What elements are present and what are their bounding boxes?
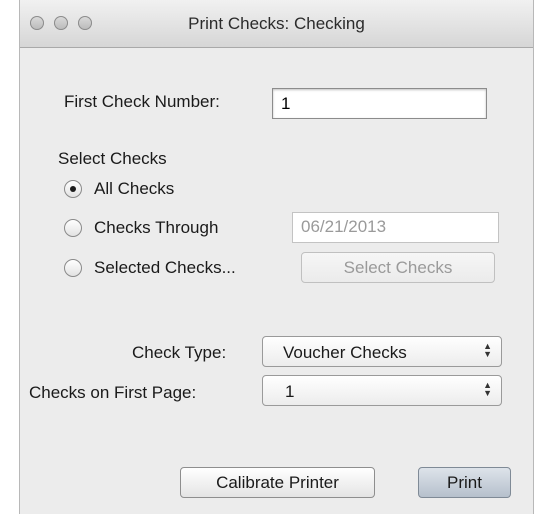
first-check-number-label: First Check Number: xyxy=(64,92,220,111)
select-checks-button[interactable]: Select Checks xyxy=(301,252,495,283)
radio-button[interactable] xyxy=(64,219,82,237)
popup-arrows-icon: ▲ ▼ xyxy=(483,341,492,359)
window-title: Print Checks: Checking xyxy=(188,14,365,33)
calibrate-printer-button[interactable]: Calibrate Printer xyxy=(180,467,375,498)
select-checks-heading: Select Checks xyxy=(58,149,167,168)
checks-first-page-popup[interactable]: 1 ▲ ▼ xyxy=(262,375,502,406)
radio-selected-checks-label: Selected Checks... xyxy=(94,258,236,277)
print-button[interactable]: Print xyxy=(418,467,511,498)
first-check-number-field[interactable] xyxy=(272,88,487,119)
radio-button[interactable] xyxy=(64,259,82,277)
check-type-popup[interactable]: Voucher Checks ▲ ▼ xyxy=(262,336,502,367)
check-type-value: Voucher Checks xyxy=(283,343,407,362)
radio-checks-through-label: Checks Through xyxy=(94,218,219,237)
radio-button-selected[interactable] xyxy=(64,180,82,198)
title-bar: Print Checks: Checking xyxy=(20,0,533,48)
popup-arrows-icon: ▲ ▼ xyxy=(483,380,492,398)
print-checks-window: Print Checks: Checking First Check Numbe… xyxy=(20,0,533,514)
checks-through-date-field[interactable]: 06/21/2013 xyxy=(292,212,499,243)
check-type-label: Check Type: xyxy=(132,343,227,362)
radio-all-checks-label: All Checks xyxy=(94,179,175,198)
checks-first-page-value: 1 xyxy=(285,382,295,401)
checks-first-page-label: Checks on First Page: xyxy=(29,383,197,402)
